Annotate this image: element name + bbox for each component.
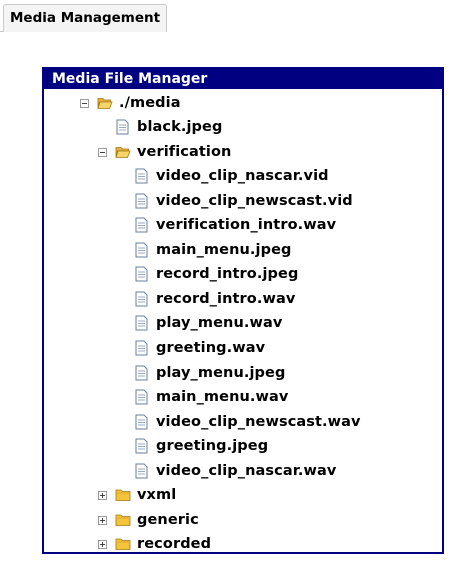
file-icon [135, 414, 148, 430]
folder-closed-icon [115, 489, 131, 501]
tree-file[interactable]: greeting.wav [135, 336, 265, 360]
tree-label-file: main_menu.jpeg [156, 242, 292, 258]
file-icon [135, 193, 148, 209]
tree-file[interactable]: record_intro.jpeg [135, 262, 298, 286]
expand-toggle-icon[interactable] [98, 490, 107, 500]
tree-file[interactable]: record_intro.wav [135, 287, 295, 311]
expand-toggle-icon[interactable] [98, 539, 107, 549]
tree-label-file: video_clip_nascar.wav [156, 463, 337, 479]
tree-label-file: verification_intro.wav [156, 217, 337, 233]
tree-file[interactable]: video_clip_nascar.vid [135, 164, 329, 188]
tree-file[interactable]: video_clip_newscast.vid [135, 189, 353, 213]
tree-label-file: record_intro.jpeg [156, 266, 299, 282]
file-icon [135, 291, 148, 307]
tree-file[interactable]: main_menu.wav [135, 385, 288, 409]
tree-label-media: ./media [119, 95, 181, 111]
tree-node-vxml[interactable]: vxml [98, 483, 176, 507]
collapse-toggle-icon[interactable] [98, 147, 107, 157]
file-icon [135, 242, 148, 258]
file-icon [135, 463, 148, 479]
collapse-toggle-icon[interactable] [80, 98, 89, 108]
tree-file[interactable]: play_menu.wav [135, 311, 282, 335]
file-tree: ./media black.jpeg verification video_cl… [0, 0, 463, 572]
file-icon [135, 168, 148, 184]
tree-label-file: play_menu.jpeg [156, 365, 286, 381]
file-icon [135, 438, 148, 454]
tree-file[interactable]: verification_intro.wav [135, 213, 336, 237]
tree-label-verification: verification [137, 144, 232, 160]
file-icon [135, 266, 148, 282]
file-icon [135, 315, 148, 331]
tree-label-file: greeting.wav [156, 340, 266, 356]
tree-label-file: play_menu.wav [156, 315, 283, 331]
folder-open-icon [97, 98, 113, 109]
file-icon [135, 365, 148, 381]
expand-toggle-icon[interactable] [98, 515, 107, 525]
tree-node-recorded[interactable]: recorded [98, 532, 211, 556]
tree-file[interactable]: main_menu.jpeg [135, 238, 292, 262]
tree-label-file: video_clip_newscast.wav [156, 414, 361, 430]
tree-node-media[interactable]: ./media [80, 91, 181, 115]
file-icon [135, 340, 148, 356]
tree-file[interactable]: video_clip_newscast.wav [135, 410, 361, 434]
file-icon [135, 217, 148, 233]
folder-closed-icon [115, 538, 131, 550]
tree-label-file: record_intro.wav [156, 291, 296, 307]
folder-open-icon [115, 147, 131, 158]
tree-label-file: black.jpeg [137, 119, 223, 135]
tree-file[interactable]: greeting.jpeg [135, 434, 268, 458]
tree-file-black-jpeg[interactable]: black.jpeg [116, 115, 222, 139]
folder-closed-icon [115, 514, 131, 526]
tree-label-generic: generic [137, 512, 199, 528]
tree-file[interactable]: video_clip_nascar.wav [135, 459, 336, 483]
tree-label-file: greeting.jpeg [156, 438, 269, 454]
tree-label-file: video_clip_newscast.vid [156, 193, 353, 209]
tree-label-file: video_clip_nascar.vid [156, 168, 329, 184]
tree-label-vxml: vxml [137, 487, 177, 503]
file-icon [135, 389, 148, 405]
tree-node-generic[interactable]: generic [98, 508, 199, 532]
tree-file[interactable]: play_menu.jpeg [135, 361, 285, 385]
tree-label-recorded: recorded [137, 536, 212, 552]
tree-label-file: main_menu.wav [156, 389, 289, 405]
tree-node-verification[interactable]: verification [98, 140, 231, 164]
file-icon [116, 119, 129, 135]
